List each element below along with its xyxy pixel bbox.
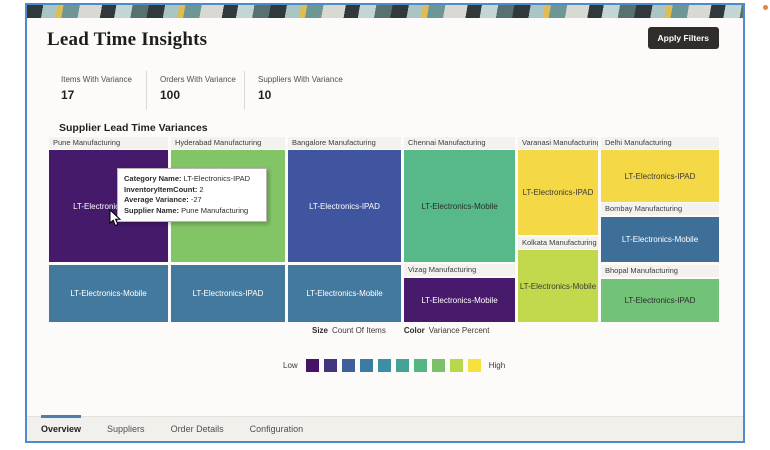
tooltip-row: Average Variance: -27 <box>124 195 260 206</box>
legend-swatch <box>306 359 319 372</box>
treemap-cell[interactable]: LT-Electronics-IPAD <box>171 265 285 322</box>
tab-label: Overview <box>41 424 81 434</box>
treemap-title: Supplier Lead Time Variances <box>59 122 208 134</box>
legend-low-label: Low <box>283 361 298 370</box>
treemap-group-header[interactable]: Kolkata Manufacturing <box>518 237 598 249</box>
tooltip-label: InventoryItemCount: <box>124 185 197 194</box>
stat-value: 10 <box>258 88 343 102</box>
treemap-group-header[interactable]: Chennai Manufacturing <box>404 137 515 149</box>
tooltip-row: Category Name: LT-Electronics-IPAD <box>124 174 260 185</box>
color-label: Color <box>404 326 425 335</box>
active-tab-indicator <box>41 415 81 418</box>
legend-swatch <box>468 359 481 372</box>
treemap-cell[interactable]: LT-Electronics-IPAD <box>601 279 719 322</box>
apply-filters-button[interactable]: Apply Filters <box>648 27 719 49</box>
treemap-cell[interactable]: LT-Electronics-Mobile <box>288 265 401 322</box>
page-title: Lead Time Insights <box>47 29 207 51</box>
stats-row: Items With Variance 17 Orders With Varia… <box>61 71 343 110</box>
tooltip-value: -27 <box>189 195 202 204</box>
size-label: Size <box>312 326 328 335</box>
legend-swatch <box>324 359 337 372</box>
tab-order-details[interactable]: Order Details <box>171 417 224 441</box>
color-value: Variance Percent <box>429 326 490 335</box>
treemap-cell[interactable]: LT-Electronics-Mobile <box>49 265 168 322</box>
screen: Lead Time Insights Apply Filters Items W… <box>0 0 770 450</box>
treemap-group-header[interactable]: Bombay Manufacturing <box>601 203 719 215</box>
treemap-group-header[interactable]: Vizag Manufacturing <box>404 264 515 276</box>
treemap-cell[interactable]: LT-Electronics-IPAD <box>601 150 719 202</box>
tooltip-row: InventoryItemCount: 2 <box>124 185 260 196</box>
tooltip-value: Pune Manufacturing <box>179 206 248 215</box>
treemap-cell[interactable]: LT-Electronics-IPAD <box>518 150 598 235</box>
treemap-group-header[interactable]: Pune Manufacturing <box>49 137 168 149</box>
legend-swatch <box>432 359 445 372</box>
tab-configuration[interactable]: Configuration <box>250 417 304 441</box>
stat-value: 100 <box>160 88 244 102</box>
stat-orders-with-variance: Orders With Variance 100 <box>146 71 244 110</box>
tooltip-label: Category Name: <box>124 174 182 183</box>
treemap-cell[interactable]: LT-Electronics-Mobile <box>518 250 598 322</box>
decorative-banner <box>27 5 743 18</box>
tooltip-row: Supplier Name: Pune Manufacturing <box>124 206 260 217</box>
stat-value: 17 <box>61 88 146 102</box>
stat-label: Suppliers With Variance <box>258 75 343 84</box>
treemap-group-header[interactable]: Bangalore Manufacturing <box>288 137 401 149</box>
tooltip-value: 2 <box>197 185 203 194</box>
tab-label: Suppliers <box>107 424 145 434</box>
size-value: Count Of Items <box>332 326 386 335</box>
tab-overview[interactable]: Overview <box>41 417 81 441</box>
stat-label: Orders With Variance <box>160 75 244 84</box>
treemap-group-header[interactable]: Hyderabad Manufacturing <box>171 137 285 149</box>
stat-label: Items With Variance <box>61 75 146 84</box>
legend-swatch <box>360 359 373 372</box>
legend-swatch <box>396 359 409 372</box>
color-scale-legend: Low High <box>283 359 505 372</box>
treemap-cell[interactable]: LT-Electronics-Mobile <box>404 278 515 322</box>
app-window: Lead Time Insights Apply Filters Items W… <box>25 3 745 443</box>
recording-indicator-dot <box>763 5 768 10</box>
stat-items-with-variance: Items With Variance 17 <box>61 71 146 110</box>
legend-high-label: High <box>489 361 505 370</box>
legend-swatch <box>450 359 463 372</box>
legend-swatch <box>378 359 391 372</box>
treemap-tooltip: Category Name: LT-Electronics-IPAD Inven… <box>117 168 267 222</box>
tab-label: Configuration <box>250 424 304 434</box>
size-color-legend: Size Count Of Items Color Variance Perce… <box>312 326 489 335</box>
tab-label: Order Details <box>171 424 224 434</box>
treemap-group-header[interactable]: Delhi Manufacturing <box>601 137 719 149</box>
treemap-cell[interactable]: LT-Electronics-Mobile <box>404 150 515 262</box>
bottom-tab-bar: Overview Suppliers Order Details Configu… <box>27 416 743 441</box>
stat-suppliers-with-variance: Suppliers With Variance 10 <box>244 71 343 110</box>
legend-swatch <box>414 359 427 372</box>
treemap-cell[interactable]: LT-Electronics-Mobile <box>601 217 719 262</box>
tooltip-value: LT-Electronics-IPAD <box>182 174 251 183</box>
treemap-chart: Pune Manufacturing LT-Electronics-IPAD L… <box>49 137 719 322</box>
treemap-group-header[interactable]: Bhopal Manufacturing <box>601 265 719 277</box>
tooltip-label: Average Variance: <box>124 195 189 204</box>
tooltip-label: Supplier Name: <box>124 206 179 215</box>
treemap-cell[interactable]: LT-Electronics-IPAD <box>288 150 401 262</box>
legend-swatch <box>342 359 355 372</box>
treemap-group-header[interactable]: Varanasi Manufacturing <box>518 137 598 149</box>
mouse-cursor-icon <box>109 209 121 232</box>
tab-suppliers[interactable]: Suppliers <box>107 417 145 441</box>
